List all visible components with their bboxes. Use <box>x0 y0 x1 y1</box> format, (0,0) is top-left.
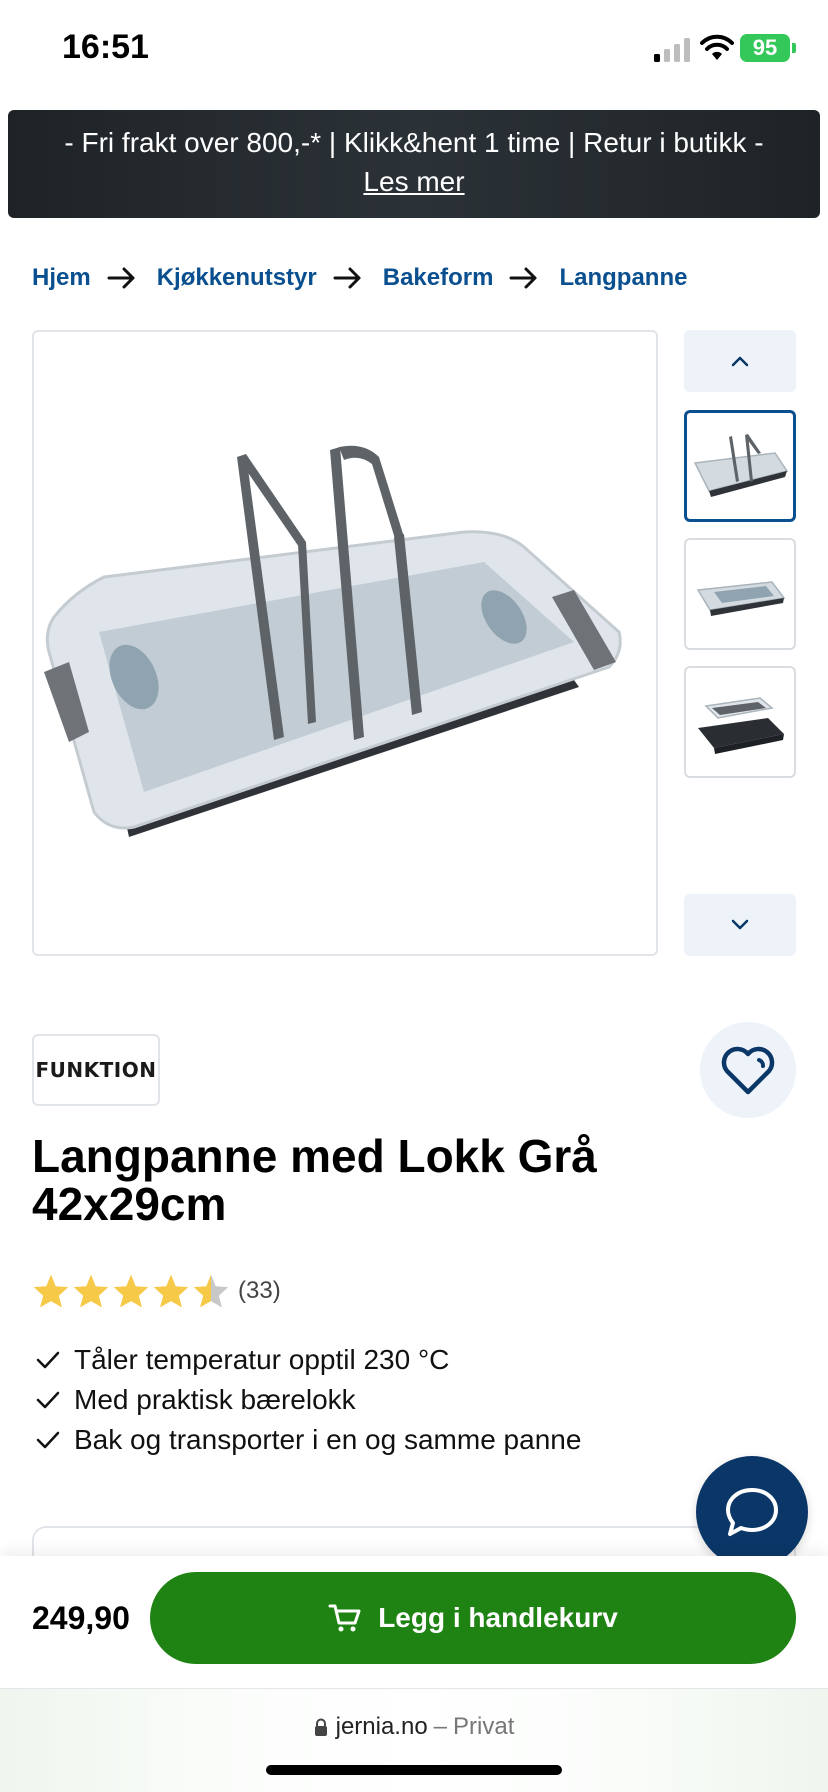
breadcrumb-home[interactable]: Hjem <box>32 264 91 292</box>
chevron-up-icon <box>731 356 749 367</box>
thumbnail-image <box>696 581 786 616</box>
add-to-favorites-button[interactable] <box>700 1022 796 1118</box>
breadcrumb: Hjem Kjøkkenutstyr Bakeform Langpanne <box>32 258 687 298</box>
status-time: 16:51 <box>62 28 149 66</box>
star-half-icon <box>193 1274 229 1308</box>
product-rating[interactable]: (33) <box>32 1270 281 1312</box>
thumbnail-3[interactable] <box>684 666 796 778</box>
brand-logo[interactable]: FUNKTION <box>32 1034 160 1106</box>
thumbnail-image <box>698 697 784 754</box>
url-separator: – <box>433 1713 448 1740</box>
star-icon <box>113 1274 149 1308</box>
usp-text: Bak og transporter i en og samme panne <box>74 1424 582 1455</box>
brand-name: FUNKTION <box>35 1058 157 1082</box>
cart-icon <box>328 1604 361 1632</box>
arrow-right-icon <box>107 267 135 289</box>
url-display[interactable]: jernia.no – Privat <box>0 1713 828 1741</box>
usp-text: Med praktisk bærelokk <box>74 1384 356 1415</box>
star-icon <box>33 1274 69 1308</box>
battery-level: 95 <box>752 35 778 60</box>
chat-icon <box>726 1488 778 1536</box>
thumbnail-image <box>693 434 789 497</box>
breadcrumb-kitchenware[interactable]: Kjøkkenutstyr <box>157 264 317 292</box>
browser-address-bar: jernia.no – Privat <box>0 1689 828 1792</box>
promo-banner: - Fri frakt over 800,-* | Klikk&hent 1 t… <box>8 110 820 218</box>
check-icon <box>36 1351 60 1369</box>
usp-item: Bak og transporter i en og samme panne <box>36 1420 581 1460</box>
usp-text: Tåler temperatur opptil 230 °C <box>74 1344 450 1375</box>
lock-icon <box>314 1718 327 1736</box>
home-indicator[interactable] <box>266 1765 562 1775</box>
sticky-cart-bar: 249,90 Legg i handlekurv <box>0 1556 828 1689</box>
thumbnail-prev-button[interactable] <box>684 330 796 392</box>
breadcrumb-bakeware[interactable]: Bakeform <box>383 264 494 292</box>
signal-icon <box>654 38 690 62</box>
wifi-icon <box>700 34 734 60</box>
heart-icon <box>721 1046 775 1095</box>
url-domain: jernia.no <box>335 1713 428 1740</box>
battery-icon: 95 <box>740 34 790 62</box>
check-icon <box>36 1431 60 1449</box>
check-icon <box>36 1391 60 1409</box>
add-to-cart-button[interactable]: Legg i handlekurv <box>150 1572 796 1664</box>
usp-item: Med praktisk bærelokk <box>36 1380 581 1420</box>
browsing-mode: Privat <box>453 1713 515 1740</box>
chat-button[interactable] <box>696 1456 808 1568</box>
review-count: (33) <box>238 1277 281 1304</box>
arrow-right-icon <box>509 267 537 289</box>
battery-cap <box>792 43 796 53</box>
breadcrumb-baking-tray[interactable]: Langpanne <box>559 264 687 292</box>
promo-text: - Fri frakt over 800,-* | Klikk&hent 1 t… <box>64 127 764 158</box>
chevron-down-icon <box>731 919 749 930</box>
star-icon <box>153 1274 189 1308</box>
usp-item: Tåler temperatur opptil 230 °C <box>36 1340 581 1380</box>
star-icon <box>73 1274 109 1308</box>
thumbnail-1[interactable] <box>684 410 796 522</box>
product-title: Langpanne med Lokk Grå 42x29cm <box>32 1130 597 1230</box>
product-price: 249,90 <box>32 1600 130 1636</box>
thumbnail-next-button[interactable] <box>684 894 796 956</box>
baking-tray-illustration <box>44 445 622 837</box>
status-bar: 16:51 95 <box>0 0 828 100</box>
thumbnail-2[interactable] <box>684 538 796 650</box>
product-main-image[interactable] <box>32 330 658 956</box>
arrow-right-icon <box>333 267 361 289</box>
promo-read-more-link[interactable]: Les mer <box>8 165 820 199</box>
add-to-cart-label: Legg i handlekurv <box>378 1602 618 1633</box>
usp-list: Tåler temperatur opptil 230 °C Med prakt… <box>36 1340 581 1460</box>
